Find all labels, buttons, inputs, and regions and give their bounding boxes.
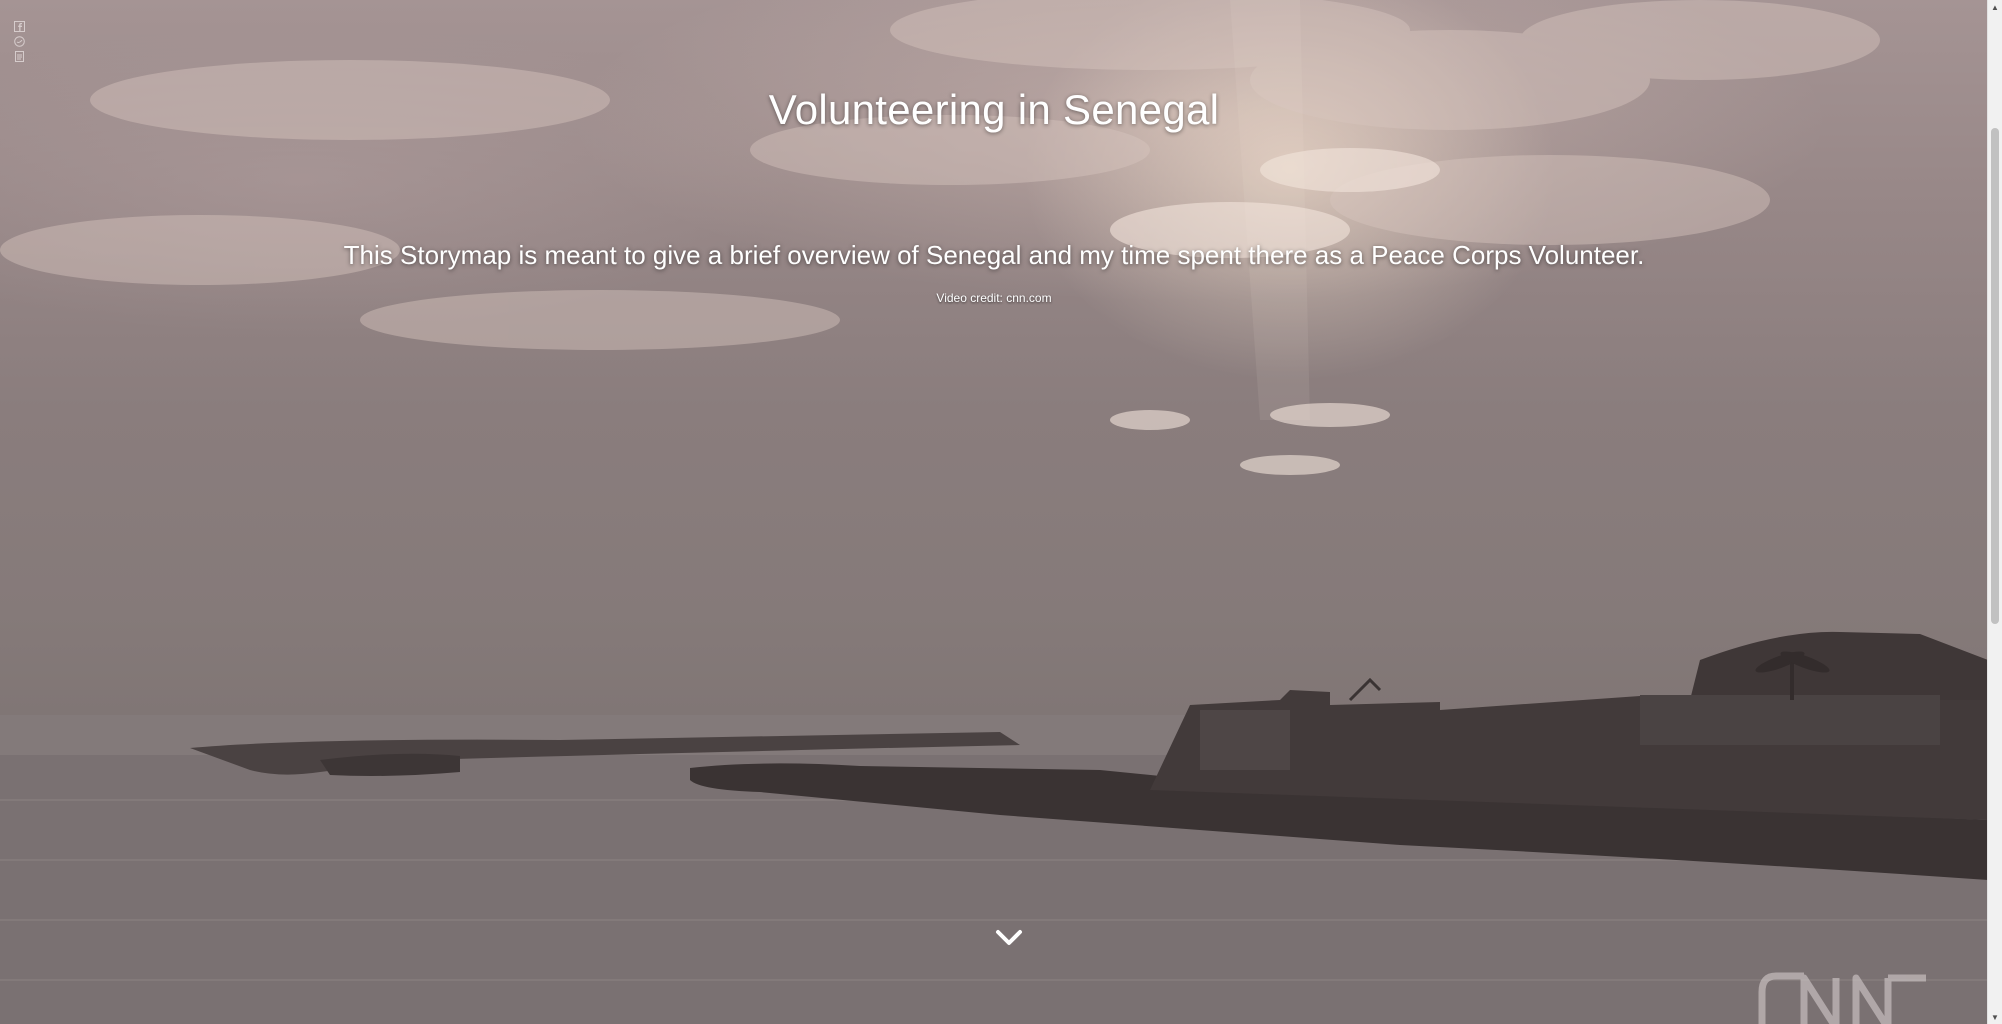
scroll-down-arrow-icon[interactable]: ▼: [1988, 1010, 2002, 1024]
vertical-scrollbar[interactable]: ▲ ▼: [1987, 0, 2002, 1024]
scrollbar-thumb[interactable]: [1991, 128, 1999, 624]
cnn-watermark: [1756, 968, 1932, 1024]
story-title: Volunteering in Senegal: [768, 86, 1220, 133]
coastal-sunset-scene: [0, 0, 1988, 1024]
background-video: [0, 0, 1988, 1024]
link-icon[interactable]: [13, 50, 25, 62]
facebook-icon[interactable]: [13, 20, 25, 32]
video-credit: Video credit: cnn.com: [936, 291, 1052, 305]
cnn-logo: [1758, 972, 1926, 1024]
share-bar: [13, 20, 25, 62]
scroll-up-arrow-icon[interactable]: ▲: [1988, 0, 2002, 14]
twitter-icon[interactable]: [13, 35, 25, 47]
story-cover: Volunteering in Senegal This Storymap is…: [0, 0, 2002, 1024]
scroll-down-button[interactable]: [994, 926, 1024, 950]
story-subtitle: This Storymap is meant to give a brief o…: [343, 240, 1645, 270]
chevron-down-icon: [996, 930, 1022, 945]
